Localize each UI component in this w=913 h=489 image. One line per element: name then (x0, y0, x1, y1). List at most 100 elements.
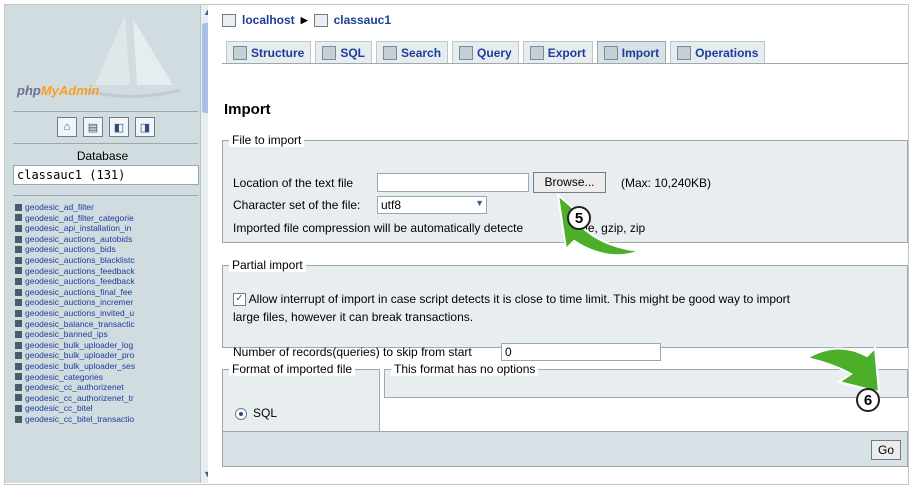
sql-radio[interactable] (235, 407, 247, 420)
tab-bar: Structure SQL Search Query Export Import Opera… (226, 41, 766, 63)
table-list-item[interactable]: geodesic_auctions_final_fee (15, 287, 200, 298)
table-list-item[interactable]: geodesic_auctions_incremer (15, 297, 200, 308)
table-icon[interactable] (15, 341, 22, 349)
allow-interrupt-checkbox[interactable]: ✓ (233, 293, 246, 307)
table-list-item[interactable]: geodesic_cc_authorizenet (15, 382, 200, 393)
table-icon[interactable] (15, 415, 22, 423)
table-icon[interactable] (15, 235, 22, 243)
logo-myadmin: MyAdmin (40, 83, 100, 98)
table-name[interactable]: geodesic_balance_transactic (25, 319, 135, 330)
format-options-legend: This format has no options (391, 362, 539, 376)
table-name[interactable]: geodesic_bulk_uploader_log (25, 340, 133, 351)
table-icon[interactable] (15, 320, 22, 328)
table-name[interactable]: geodesic_bulk_uploader_pro (25, 350, 134, 361)
table-icon[interactable] (15, 288, 22, 296)
table-name[interactable]: geodesic_auctions_feedback (25, 276, 135, 287)
tab-label: Import (621, 45, 660, 60)
tab-export[interactable]: Export (522, 41, 593, 63)
table-list-item[interactable]: geodesic_cc_bitel_transactio (15, 414, 200, 425)
table-name[interactable]: geodesic_banned_ips (25, 329, 108, 340)
table-icon[interactable] (15, 362, 22, 370)
import-icon (603, 45, 618, 60)
query-window-icon[interactable]: ◧ (109, 117, 129, 137)
table-name[interactable]: geodesic_cc_authorizenet (25, 382, 124, 393)
breadcrumb-database[interactable]: classauc1 (334, 13, 391, 27)
tab-structure[interactable]: Structure (226, 41, 312, 63)
file-path-input[interactable] (377, 173, 529, 192)
table-name[interactable]: geodesic_categories (25, 372, 103, 383)
table-name[interactable]: geodesic_auctions_incremer (25, 297, 133, 308)
table-name[interactable]: geodesic_cc_authorizenet_tr (25, 393, 134, 404)
table-icon[interactable] (15, 246, 22, 254)
table-icon[interactable] (15, 267, 22, 275)
go-button[interactable]: Go (871, 440, 901, 460)
table-list-item[interactable]: geodesic_auctions_bids (15, 244, 200, 255)
format-option-sql[interactable]: SQL (235, 406, 277, 420)
sql-window-icon[interactable]: ▤ (83, 117, 103, 137)
charset-select[interactable]: utf8 ▼ (377, 196, 487, 214)
home-icon[interactable]: ⌂ (57, 117, 77, 137)
table-icon[interactable] (15, 383, 22, 391)
table-list-item[interactable]: geodesic_ad_filter (15, 202, 200, 213)
table-name[interactable]: geodesic_auctions_bids (25, 244, 116, 255)
table-name[interactable]: geodesic_ad_filter_categorie (25, 213, 134, 224)
table-icon[interactable] (15, 330, 22, 338)
table-list-item[interactable]: geodesic_auctions_invited_u (15, 308, 200, 319)
table-icon[interactable] (15, 299, 22, 307)
nav-scrollbar[interactable]: ▲ ▼ (200, 5, 208, 483)
table-list-item[interactable]: geodesic_bulk_uploader_log (15, 340, 200, 351)
docs-icon[interactable]: ◨ (135, 117, 155, 137)
scroll-thumb[interactable] (202, 23, 208, 113)
table-icon[interactable] (15, 352, 22, 360)
table-name[interactable]: geodesic_auctions_blacklistc (25, 255, 135, 266)
table-icon[interactable] (15, 309, 22, 317)
table-icon[interactable] (15, 256, 22, 264)
table-list-item[interactable]: geodesic_banned_ips (15, 329, 200, 340)
table-list-item[interactable]: geodesic_balance_transactic (15, 319, 200, 330)
table-list-item[interactable]: geodesic_auctions_feedback (15, 266, 200, 277)
tab-import[interactable]: Import (596, 41, 667, 63)
table-icon[interactable] (15, 224, 22, 232)
table-list-item[interactable]: geodesic_ad_filter_categorie (15, 213, 200, 224)
tab-label: Query (477, 45, 512, 60)
table-list-item[interactable]: geodesic_cc_authorizenet_tr (15, 393, 200, 404)
skip-label: Number of records(queries) to skip from … (233, 345, 472, 359)
skip-records-input[interactable]: 0 (501, 343, 661, 361)
table-icon[interactable] (15, 405, 22, 413)
table-list-item[interactable]: geodesic_bulk_uploader_ses (15, 361, 200, 372)
table-name[interactable]: geodesic_ad_filter (25, 202, 94, 213)
scroll-down-icon[interactable]: ▼ (203, 469, 208, 479)
table-name[interactable]: geodesic_api_installation_in (25, 223, 131, 234)
logo-text: phpMyAdmin (17, 83, 99, 98)
table-icon[interactable] (15, 373, 22, 381)
table-list-item[interactable]: geodesic_categories (15, 372, 200, 383)
tab-search[interactable]: Search (376, 41, 449, 63)
logo-php: php (17, 83, 41, 98)
table-name[interactable]: geodesic_auctions_invited_u (25, 308, 134, 319)
scroll-up-icon[interactable]: ▲ (203, 7, 208, 17)
table-list-item[interactable]: geodesic_cc_bitel (15, 403, 200, 414)
tab-query[interactable]: Query (452, 41, 519, 63)
table-list-item[interactable]: geodesic_auctions_feedback (15, 276, 200, 287)
table-name[interactable]: geodesic_cc_bitel (25, 403, 93, 414)
database-select[interactable]: classauc1 (131) (13, 165, 199, 185)
table-icon[interactable] (15, 214, 22, 222)
table-name[interactable]: geodesic_auctions_final_fee (25, 287, 132, 298)
table-list-item[interactable]: geodesic_auctions_blacklistc (15, 255, 200, 266)
table-name[interactable]: geodesic_auctions_autobids (25, 234, 132, 245)
table-list-item[interactable]: geodesic_api_installation_in (15, 223, 200, 234)
logo[interactable]: phpMyAdmin (5, 5, 200, 110)
table-icon[interactable] (15, 203, 22, 211)
charset-value: utf8 (381, 198, 402, 212)
breadcrumb-server[interactable]: localhost (242, 13, 295, 27)
table-icon[interactable] (15, 277, 22, 285)
table-icon[interactable] (15, 394, 22, 402)
tab-sql[interactable]: SQL (315, 41, 373, 63)
table-name[interactable]: geodesic_cc_bitel_transactio (25, 414, 134, 425)
table-name[interactable]: geodesic_bulk_uploader_ses (25, 361, 135, 372)
table-name[interactable]: geodesic_auctions_feedback (25, 266, 135, 277)
table-list-item[interactable]: geodesic_bulk_uploader_pro (15, 350, 200, 361)
table-list-item[interactable]: geodesic_auctions_autobids (15, 234, 200, 245)
tab-operations[interactable]: Operations (670, 41, 766, 63)
step-5-marker: 5 (567, 206, 591, 230)
